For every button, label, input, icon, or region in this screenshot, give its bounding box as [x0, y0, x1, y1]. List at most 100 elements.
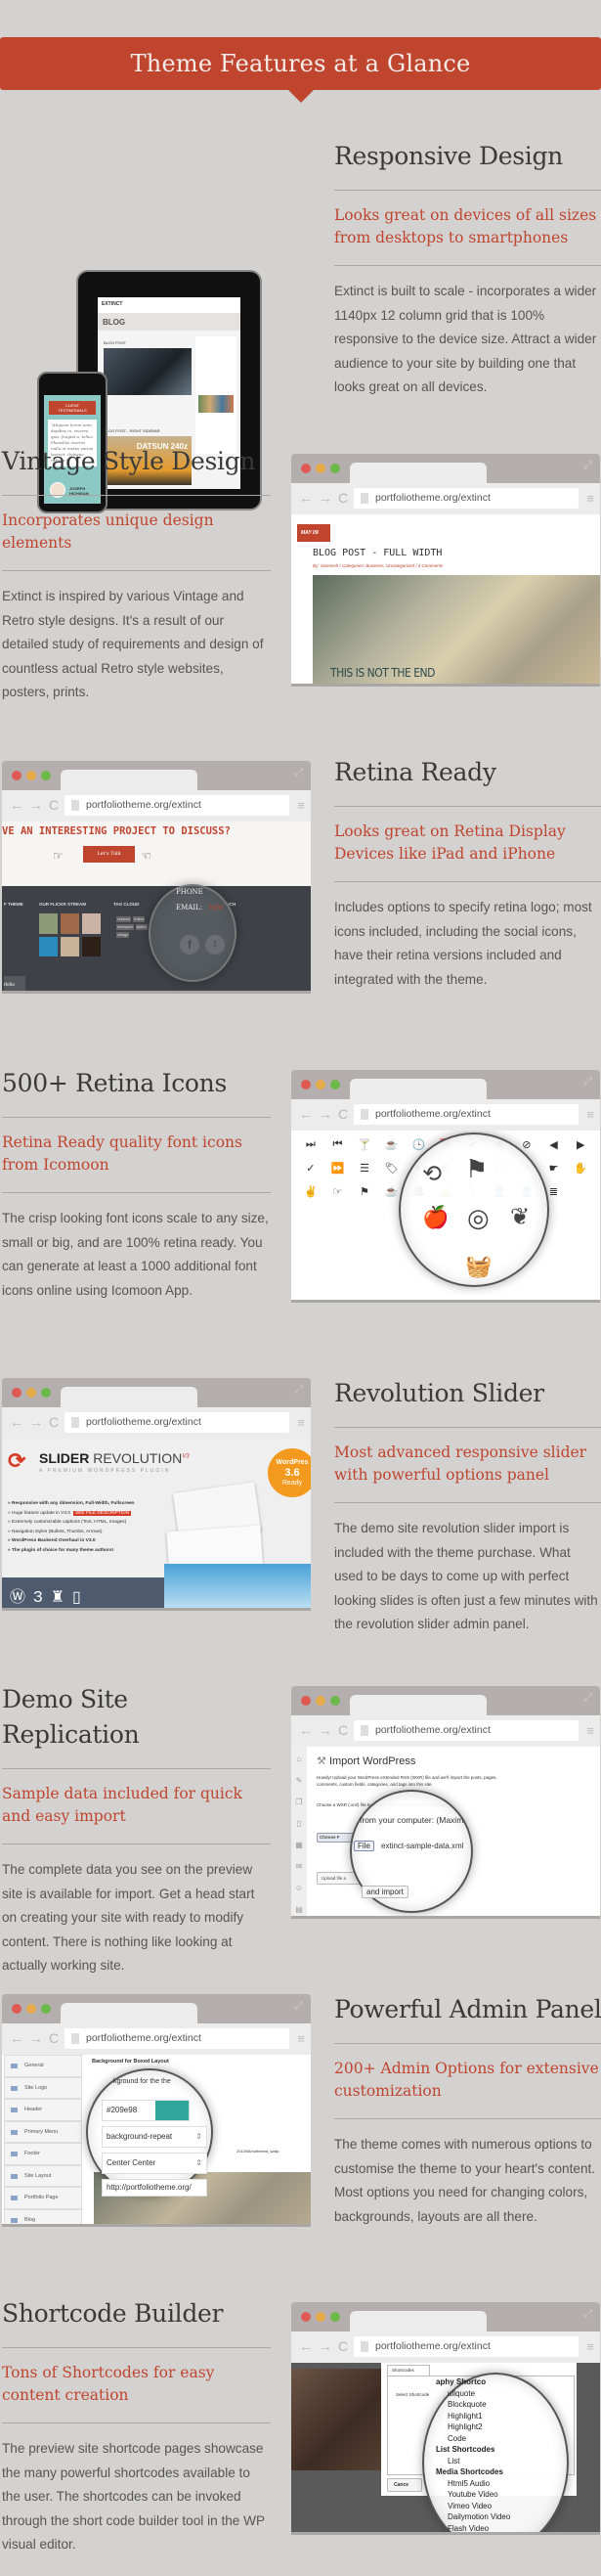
nav-arrows-icon: ←→C: [299, 1106, 355, 1122]
basket-icon: 🧺: [465, 1254, 493, 1278]
feature-title: Revolution Slider: [334, 1379, 544, 1407]
feature-subtitle: Tons of Shortcodes for easy content crea…: [2, 2364, 215, 2404]
banner-title: Theme Features at a Glance: [130, 50, 471, 77]
color-swatch[interactable]: [155, 2101, 189, 2120]
menu-item-icon: [11, 2196, 18, 2200]
post-title: BLOG POST - FULL WIDTH: [313, 548, 443, 558]
feature-admin-panel: ⤢ ←→C portfoliotheme.org/extinct ≡ General…: [0, 1980, 601, 2235]
admin-menu-item[interactable]: Site Layout: [4, 2164, 82, 2187]
maximize-dot-icon: [330, 1696, 340, 1706]
divider: [334, 1427, 601, 1428]
browser-mockup: ⤢ ←→C portfoliotheme.org/extinct ≡ ⌂ ✎ ❐ ▯ ▦ ✉ ☺…: [291, 1686, 600, 1916]
font-icon: ⚑: [360, 1186, 370, 1198]
shortcode-option[interactable]: Flash Video: [436, 2523, 510, 2533]
browser-content: ⏭⏮🍸☕🕒📅✔⊗⊘◀▶✓⏩☰🏷◐⚙📄▢◔☛✋✌☞⚑☕🎩🔔╲👤👤≣ ⟲ ⚑ 🍎 ◎…: [291, 1131, 600, 1300]
feature-vintage-style: Vintage Style Design Incorporates unique…: [0, 430, 601, 699]
phone-heading: CLIENT TESTIMONIALS: [49, 401, 96, 415]
lets-talk-button[interactable]: Let's Talk: [83, 846, 135, 863]
divider: [334, 806, 601, 807]
maximize-dot-icon: [41, 2004, 51, 2014]
background-position-select[interactable]: Center Center ⇕: [102, 2153, 207, 2174]
flickr-grid: [39, 913, 102, 956]
admin-menu-item[interactable]: General: [4, 2055, 82, 2077]
menu-item-icon: [11, 2108, 18, 2112]
close-dot-icon: [301, 464, 311, 473]
shortcode-option[interactable]: Vimeo Video: [436, 2501, 510, 2512]
feature-description: Includes options to specify retina logo;…: [334, 900, 592, 987]
lens-file-button[interactable]: File: [354, 1841, 374, 1851]
shortcode-option[interactable]: Youtube Video: [436, 2489, 510, 2501]
selected-file-name: extinct-sample-data.xml: [381, 1842, 464, 1850]
shortcode-option[interactable]: Blockquote: [436, 2399, 510, 2411]
tab-shortcodes[interactable]: Shortcodes: [387, 2365, 430, 2376]
feature-shortcode-builder: Shortcode Builder Tons of Shortcodes for…: [0, 2288, 601, 2576]
browser-tab: [61, 2003, 197, 2024]
feature-subtitle: Most advanced responsive slider with pow…: [334, 1443, 587, 1484]
shortcode-option[interactable]: Highlight1: [436, 2411, 510, 2422]
browser-tab: [350, 2311, 487, 2332]
minimize-dot-icon: [26, 1388, 36, 1398]
browser-tab: [350, 463, 487, 484]
browser-content: MAY 09 BLOG POST - FULL WIDTH By: Sivene…: [291, 514, 600, 684]
admin-menu-item[interactable]: Primary Menu: [4, 2120, 82, 2143]
feature-subtitle: Sample data included for quick and easy …: [2, 1785, 242, 1825]
minimize-dot-icon: [316, 1080, 325, 1089]
close-dot-icon: [12, 2004, 21, 2014]
expand-icon: ⤢: [294, 767, 303, 778]
browser-content: General Site Logo Header Primary Menu Footer…: [2, 2055, 311, 2224]
shortcode-option[interactable]: Code: [436, 2433, 510, 2445]
menu-icon: ≡: [297, 1415, 305, 1430]
admin-menu: General Site Logo Header Primary Menu Footer…: [4, 2055, 82, 2224]
feature-revolution-slider: ⤢ ←→C portfoliotheme.org/extinct ≡ ⟳ SLIDE…: [0, 1364, 601, 1631]
admin-menu-item[interactable]: Footer: [4, 2143, 82, 2165]
menu-icon: ≡: [586, 2339, 594, 2354]
divider: [2, 495, 271, 496]
shortcode-option[interactable]: List: [436, 2456, 510, 2467]
admin-menu-item[interactable]: Blog: [4, 2208, 82, 2224]
admin-menu-item[interactable]: Header: [4, 2099, 82, 2121]
shortcode-option[interactable]: ullquote: [436, 2388, 510, 2400]
bullet-item: » The plugin of choice for many theme au…: [8, 1547, 114, 1553]
font-icon: ✓: [306, 1163, 316, 1175]
browser-tab: [350, 1695, 487, 1716]
url-bar: portfoliotheme.org/extinct: [64, 795, 289, 816]
maximize-dot-icon: [41, 771, 51, 780]
close-dot-icon: [301, 2312, 311, 2322]
menu-icon: ≡: [586, 1107, 594, 1122]
browser-tab: [350, 1079, 487, 1100]
shortcode-option[interactable]: Highlight2: [436, 2421, 510, 2433]
divider: [2, 1117, 271, 1118]
background-url-field[interactable]: http://portfoliotheme.org/: [102, 2179, 207, 2197]
url-bar: portfoliotheme.org/extinct: [64, 2028, 289, 2049]
shortcode-option[interactable]: Dailymotion Video: [436, 2511, 510, 2523]
post-meta: By: Sivenesh / Categories: Business, Unc…: [313, 563, 444, 568]
divider: [334, 265, 601, 266]
minimize-dot-icon: [26, 771, 36, 780]
menu-item-icon: [11, 2085, 18, 2091]
color-field[interactable]: #209e98: [102, 2100, 190, 2121]
browser-mockup: ⤢ ←→Cportfoliotheme.org/extinct≡ ⏭⏮🍸☕🕒📅✔…: [291, 1070, 600, 1300]
admin-menu-item[interactable]: Site Logo: [4, 2076, 82, 2099]
section-title: Background for Boxed Layout: [92, 2059, 169, 2065]
shortcode-group: List Shortcodes: [436, 2445, 495, 2454]
font-icon: ⏩: [330, 1163, 345, 1175]
feature-description: Extinct is built to scale - incorporates…: [334, 284, 597, 394]
bullet-item: » Navigation styles (Bullets, Thumbs, Ar…: [8, 1529, 103, 1534]
cancel-button[interactable]: Cance: [387, 2478, 422, 2492]
cta-heading: VE AN INTERESTING PROJECT TO DISCUSS?: [2, 825, 231, 837]
bullet-item: » WordPress Backend Overhaul in V3.0: [8, 1538, 96, 1543]
page-icon: [361, 1109, 368, 1120]
nav-arrows-icon: ←→C: [10, 797, 65, 813]
ipad-logo: EXTINCT: [98, 297, 240, 313]
expand-icon: ⤢: [583, 2308, 592, 2320]
feature-responsive-design: EXTINCT BLOG BLOG POST BLOG POST - RIGHT…: [0, 127, 601, 513]
shortcode-option[interactable]: Html5 Audio: [436, 2478, 510, 2490]
feature-text: Vintage Style Design Incorporates unique…: [2, 444, 271, 705]
font-icon: ✋: [574, 1163, 588, 1175]
magnifier-lens: from your computer: (Maxim File extinct-…: [350, 1790, 473, 1913]
admin-menu-item[interactable]: Portfolio Page: [4, 2187, 82, 2209]
background-repeat-select[interactable]: background-repeat ⇕: [102, 2126, 207, 2148]
divider: [334, 2118, 601, 2119]
lens-import-button[interactable]: and import: [362, 1886, 408, 1898]
feature-text: Retina Ready Looks great on Retina Displ…: [334, 755, 601, 992]
